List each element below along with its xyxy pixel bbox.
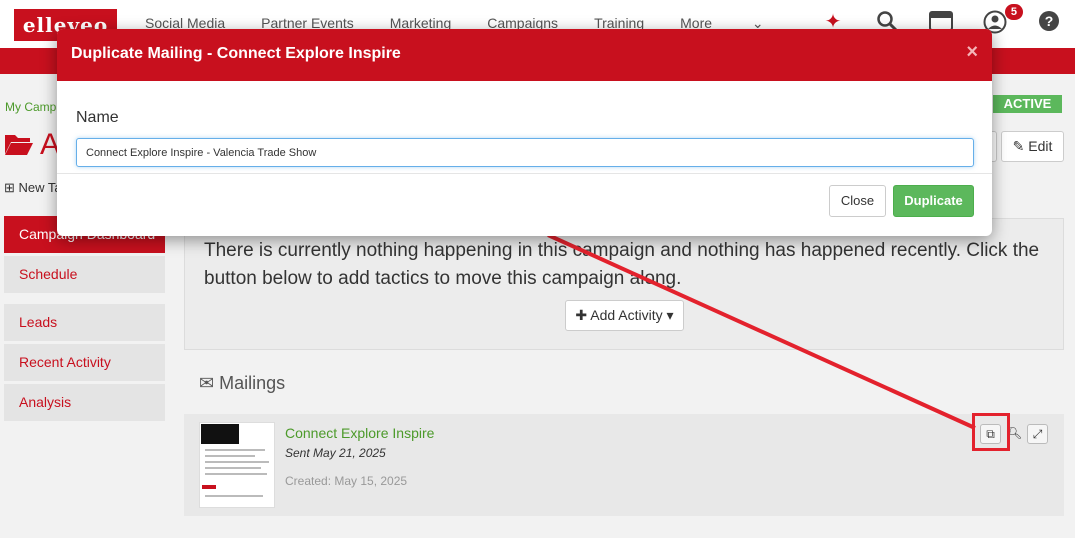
close-button[interactable]: Close bbox=[829, 185, 886, 217]
name-input[interactable] bbox=[76, 138, 974, 167]
dialog-title: Duplicate Mailing - Connect Explore Insp… bbox=[71, 45, 401, 62]
name-field-label: Name bbox=[76, 109, 119, 126]
duplicate-button[interactable]: Duplicate bbox=[893, 185, 974, 217]
dialog-divider bbox=[57, 173, 992, 174]
close-icon[interactable]: × bbox=[966, 41, 978, 64]
duplicate-mailing-dialog: Duplicate Mailing - Connect Explore Insp… bbox=[57, 29, 992, 236]
dialog-header: Duplicate Mailing - Connect Explore Insp… bbox=[57, 29, 992, 81]
